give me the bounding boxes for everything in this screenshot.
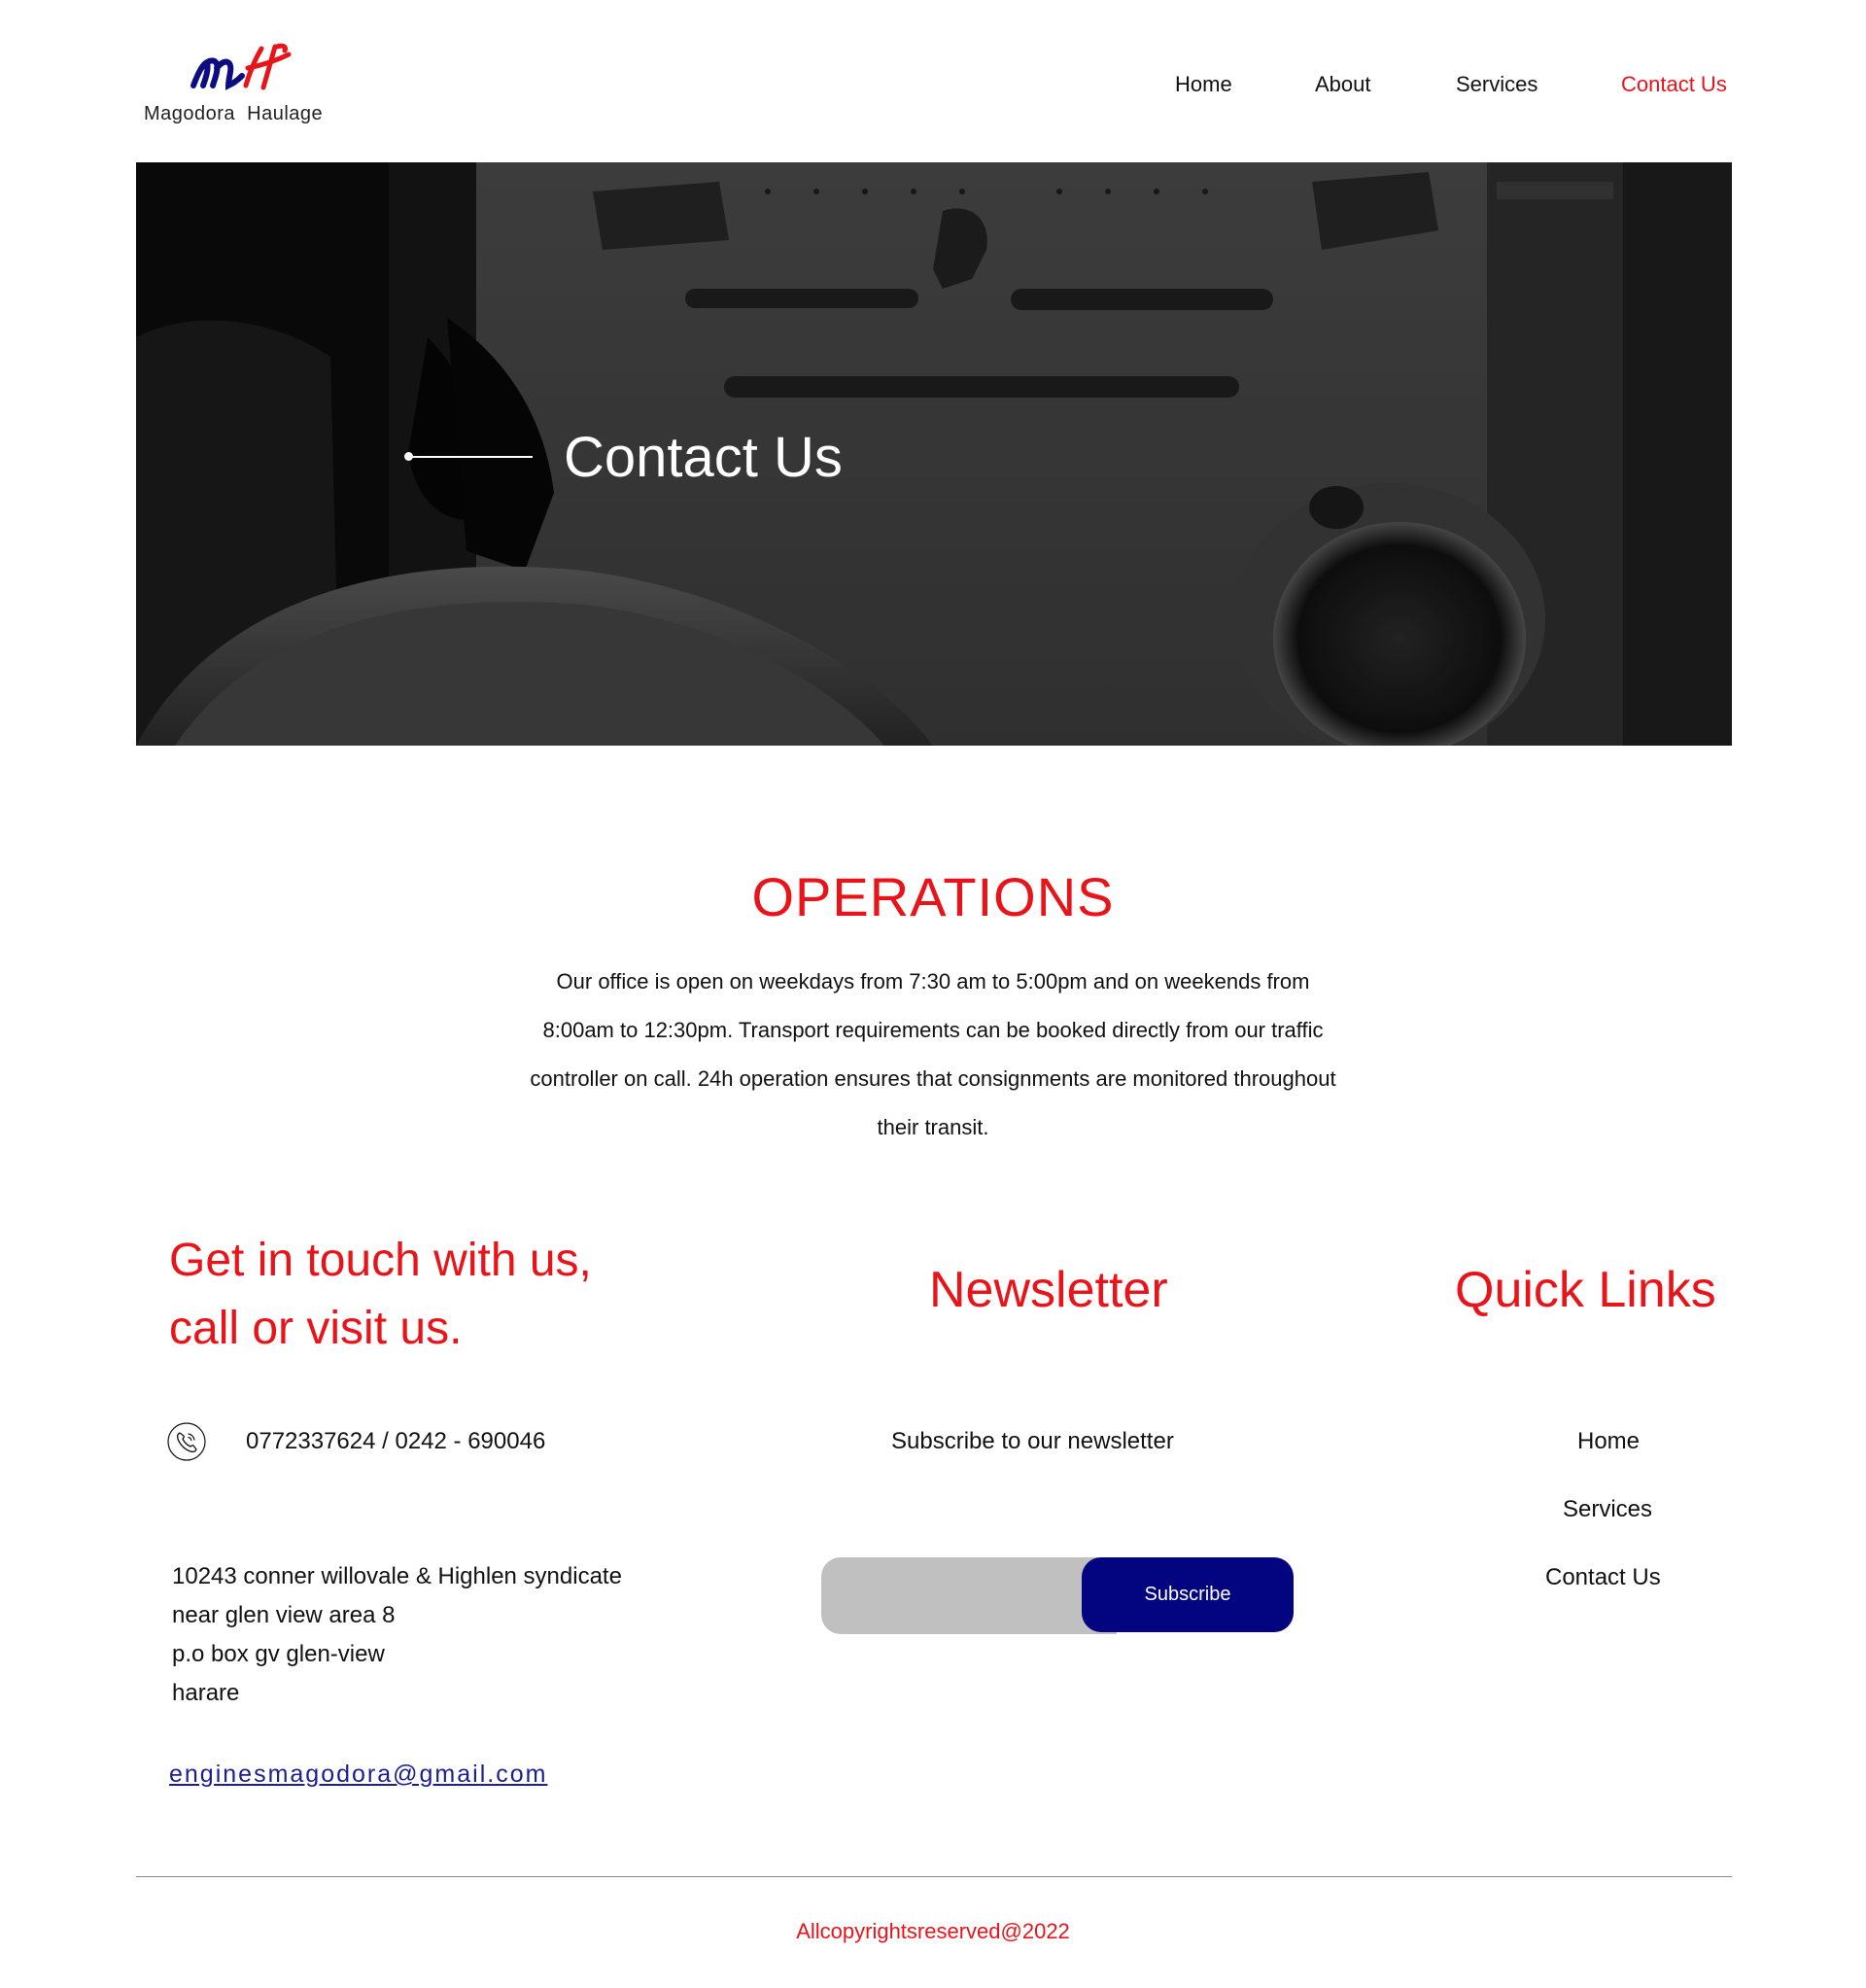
hero-truck-image (136, 162, 1732, 746)
copyright: Allcopyrightsreserved@2022 (796, 1919, 1070, 1943)
address-line: near glen view area 8 (172, 1602, 396, 1628)
contact-title-line: Get in touch with us, (169, 1235, 592, 1286)
operations-line: 8:00am to 12:30pm. Transport requirement… (542, 1018, 1324, 1042)
address-line: 10243 conner willovale & Highlen syndica… (172, 1563, 622, 1589)
hero-decor-dot (404, 452, 413, 461)
newsletter-email-input[interactable] (821, 1557, 1117, 1634)
newsletter-subtitle: Subscribe to our newsletter (891, 1428, 1174, 1454)
logo[interactable] (190, 41, 296, 95)
newsletter-title: Newsletter (929, 1262, 1168, 1318)
operations-line: controller on call. 24h operation ensure… (530, 1066, 1336, 1091)
phone-number: 0772337624 / 0242 - 690046 (246, 1428, 546, 1454)
address-line: harare (172, 1680, 240, 1706)
quick-links-title: Quick Links (1455, 1262, 1716, 1318)
nav-home[interactable]: Home (1175, 72, 1232, 97)
address: 10243 conner willovale & Highlen syndica… (172, 1557, 622, 1713)
nav-services[interactable]: Services (1456, 72, 1538, 97)
address-line: p.o box gv glen-view (172, 1641, 385, 1667)
quick-link-home[interactable]: Home (1577, 1428, 1640, 1455)
operations-line: their transit. (877, 1115, 989, 1139)
hero-banner: Contact Us (136, 162, 1732, 746)
quick-link-services[interactable]: Services (1563, 1496, 1652, 1523)
footer-divider (136, 1876, 1732, 1877)
nav-contact-us[interactable]: Contact Us (1621, 72, 1727, 97)
contact-title: Get in touch with us, call or visit us. (169, 1227, 713, 1363)
hero-decor-line (406, 456, 533, 458)
nav-about[interactable]: About (1315, 72, 1371, 97)
operations-line: Our office is open on weekdays from 7:30… (556, 969, 1310, 994)
operations-title: OPERATIONS (751, 866, 1115, 927)
phone-icon (167, 1422, 206, 1461)
quick-link-contact-us[interactable]: Contact Us (1545, 1564, 1661, 1591)
email-link[interactable]: enginesmagodora@gmail.com (169, 1761, 547, 1789)
subscribe-button[interactable]: Subscribe (1082, 1557, 1294, 1632)
subscribe-button-label: Subscribe (1144, 1584, 1231, 1605)
operations-text: Our office is open on weekdays from 7:30… (496, 958, 1370, 1152)
brand-name: Magodora Haulage (144, 103, 324, 124)
hero-title: Contact Us (564, 426, 843, 489)
contact-title-line: call or visit us. (169, 1303, 463, 1354)
